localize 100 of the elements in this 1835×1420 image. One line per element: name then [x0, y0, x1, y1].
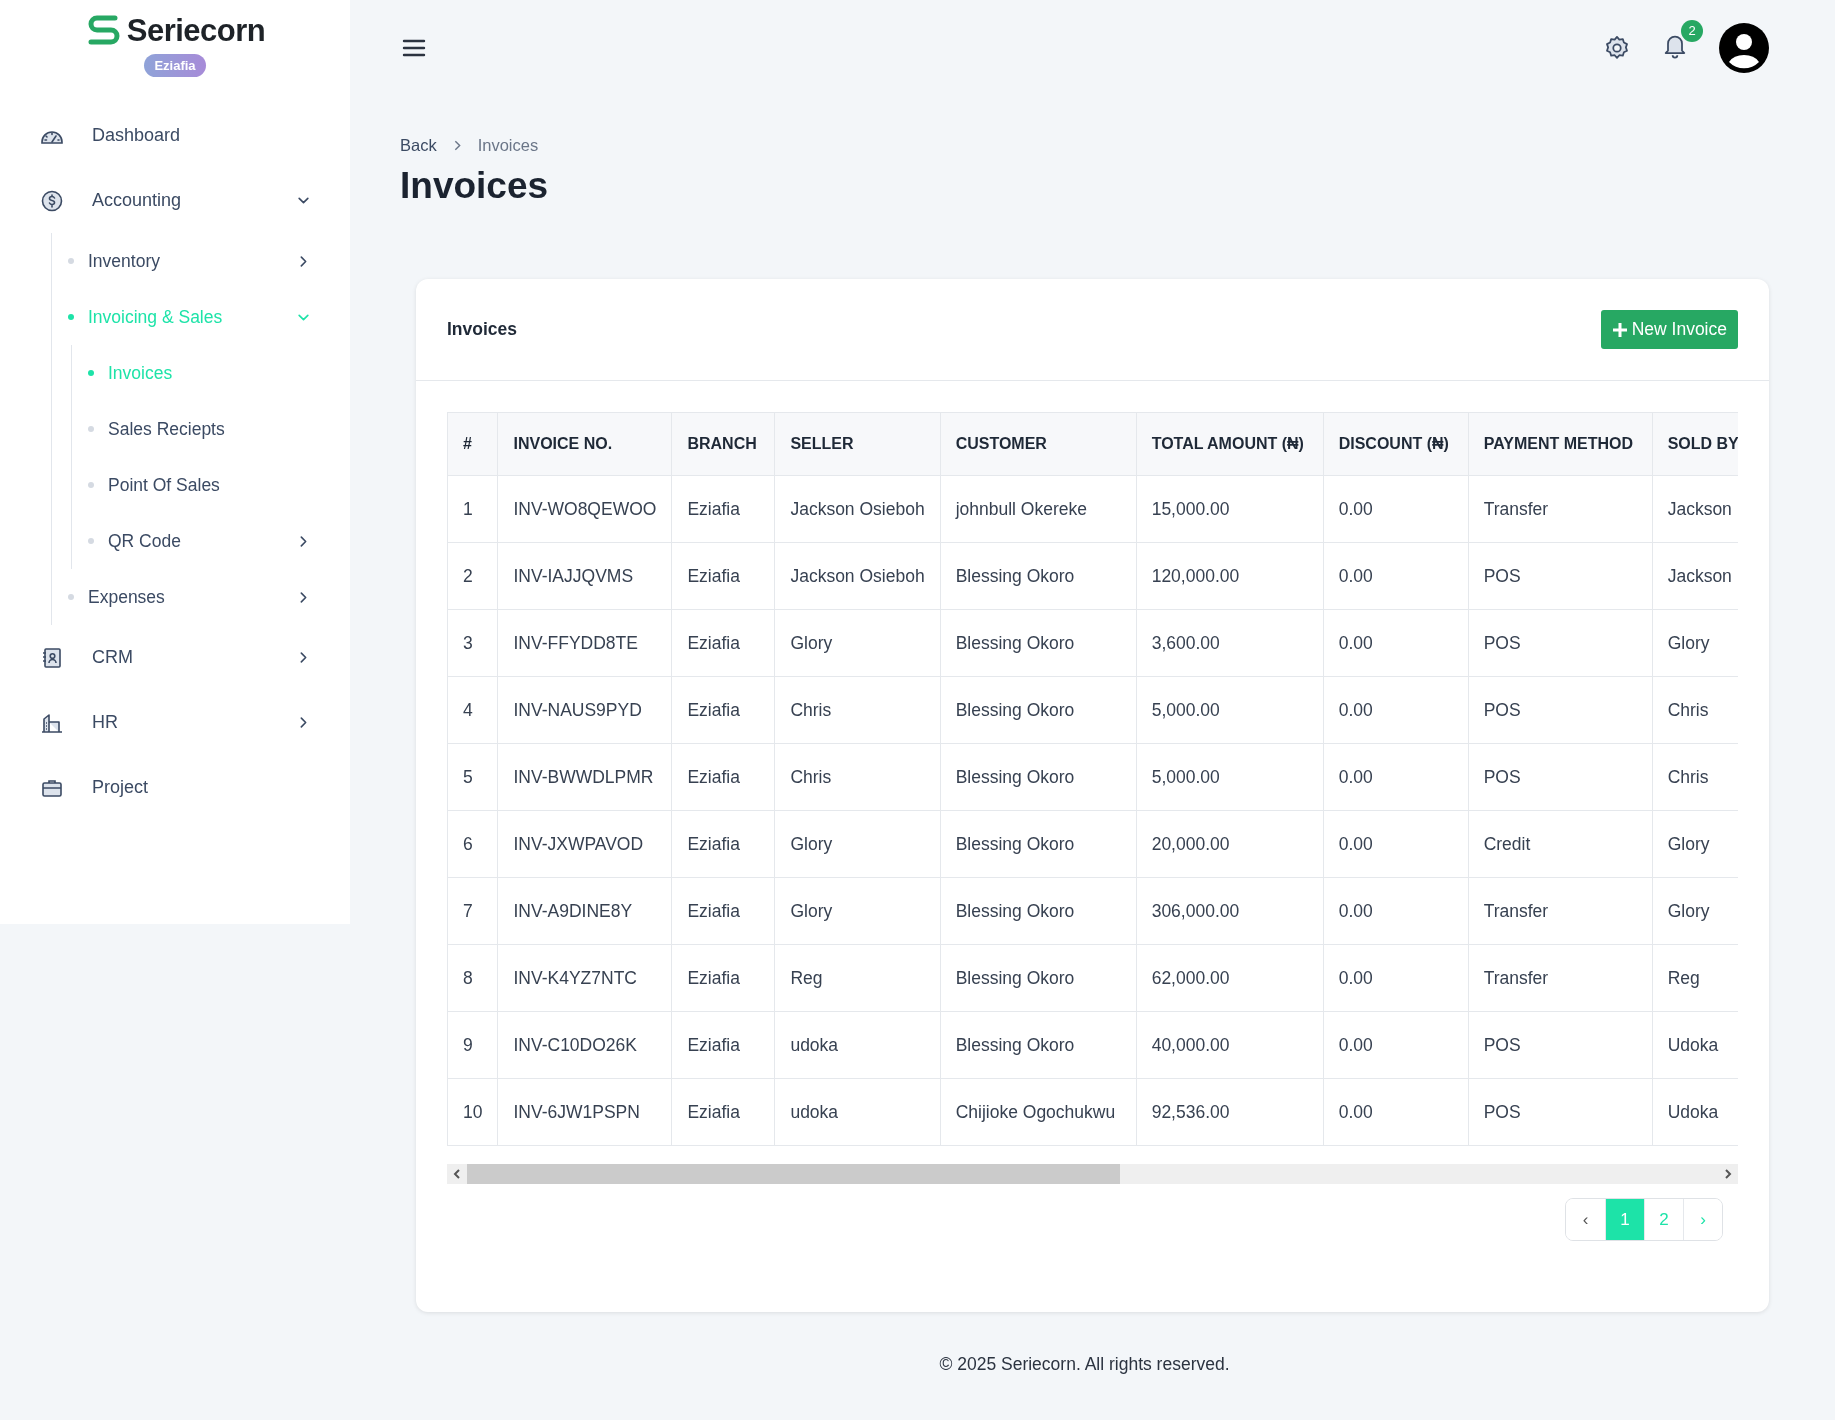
- avatar-icon[interactable]: [1719, 22, 1769, 73]
- table-cell: Credit: [1468, 810, 1653, 878]
- table-cell: 0.00: [1323, 676, 1469, 744]
- column-header: PAYMENT METHOD: [1468, 412, 1653, 476]
- table-cell: INV-6JW1PSPN: [497, 1078, 672, 1146]
- table-cell: POS: [1468, 609, 1653, 677]
- table-cell: 7: [447, 877, 498, 945]
- table-cell: 0.00: [1323, 1078, 1469, 1146]
- table-cell: 92,536.00: [1136, 1078, 1324, 1146]
- breadcrumb-current: Invoices: [477, 136, 539, 155]
- table-cell: Eziafia: [671, 475, 775, 543]
- table-cell: 8: [447, 944, 498, 1012]
- column-header: BRANCH: [671, 412, 775, 476]
- sidebar-subitem[interactable]: QR Code: [72, 513, 350, 569]
- card-title: Invoices: [447, 319, 518, 340]
- table-cell: 0.00: [1323, 743, 1469, 811]
- table-cell: Eziafia: [671, 542, 775, 610]
- table-cell: POS: [1468, 743, 1653, 811]
- table-cell: POS: [1468, 1078, 1653, 1146]
- table-cell: 9: [447, 1011, 498, 1079]
- table-cell: 10: [447, 1078, 498, 1146]
- table-cell: 6: [447, 810, 498, 878]
- sidebar-item[interactable]: Accounting: [0, 168, 350, 233]
- table-cell: Eziafia: [671, 743, 775, 811]
- table-cell: Glory: [774, 877, 941, 945]
- sidebar-item[interactable]: Dashboard: [0, 103, 350, 168]
- table-cell: Reg: [774, 944, 941, 1012]
- table-cell: 0.00: [1323, 542, 1469, 610]
- sidebar-item[interactable]: HR: [0, 690, 350, 755]
- sidebar-subitem[interactable]: Sales Reciepts: [72, 401, 350, 457]
- page-title: Invoices: [400, 165, 550, 207]
- table-cell: 306,000.00: [1136, 877, 1324, 945]
- sidebar-subitem[interactable]: Inventory: [52, 233, 350, 289]
- table-cell: Chris: [774, 743, 941, 811]
- table-cell: 5,000.00: [1136, 743, 1324, 811]
- table-cell: INV-BWWDLPMR: [497, 743, 672, 811]
- table-cell: Glory: [774, 609, 941, 677]
- contact-book-icon: [40, 645, 64, 670]
- sidebar-subitem[interactable]: Expenses: [52, 569, 350, 625]
- column-header: TOTAL AMOUNT (₦): [1136, 412, 1324, 476]
- sidebar-item[interactable]: Project: [0, 755, 350, 820]
- table-cell: Blessing Okoro: [940, 609, 1137, 677]
- branch-badge: Eziafia: [144, 54, 206, 77]
- table-cell: Blessing Okoro: [940, 944, 1137, 1012]
- table-cell: Glory: [774, 810, 941, 878]
- column-header: INVOICE NO.: [497, 412, 672, 476]
- column-header: DISCOUNT (₦): [1323, 412, 1469, 476]
- column-header: CUSTOMER: [940, 412, 1137, 476]
- table-cell: POS: [1468, 542, 1653, 610]
- table-cell: Chijioke Ogochukwu: [940, 1078, 1137, 1146]
- table-cell: Blessing Okoro: [940, 877, 1137, 945]
- table-cell: 20,000.00: [1136, 810, 1324, 878]
- table-cell: Transfer: [1468, 877, 1653, 945]
- column-header: SOLD BY: [1652, 412, 1738, 476]
- table-cell: INV-FFYDD8TE: [497, 609, 672, 677]
- table-cell: 4: [447, 676, 498, 744]
- table-cell: 0.00: [1323, 609, 1469, 677]
- table-cell: INV-IAJJQVMS: [497, 542, 672, 610]
- table-cell: Jackson Osieboh: [774, 542, 941, 610]
- table-cell: 0.00: [1323, 810, 1469, 878]
- table-cell: INV-WO8QEWOO: [497, 475, 672, 543]
- table-cell: 15,000.00: [1136, 475, 1324, 543]
- back-link[interactable]: Back: [400, 136, 437, 155]
- table-cell: Eziafia: [671, 609, 775, 677]
- table-cell: Eziafia: [671, 1011, 775, 1079]
- table-cell: Eziafia: [671, 944, 775, 1012]
- table-cell: Eziafia: [671, 877, 775, 945]
- horizontal-scrollbar[interactable]: [447, 1164, 1738, 1184]
- table-cell: Eziafia: [671, 810, 775, 878]
- sidebar-subitem[interactable]: Point Of Sales: [72, 457, 350, 513]
- table-cell: INV-K4YZ7NTC: [497, 944, 672, 1012]
- table-cell: Transfer: [1468, 475, 1653, 543]
- notification-count: 2: [1681, 19, 1703, 42]
- table-cell: 5: [447, 743, 498, 811]
- table-cell: 0.00: [1323, 944, 1469, 1012]
- table-cell: INV-C10DO26K: [497, 1011, 672, 1079]
- table-cell: Chris: [774, 676, 941, 744]
- brand-name: Seriecorn: [126, 13, 266, 49]
- table-cell: johnbull Okereke: [940, 475, 1137, 543]
- table-cell: Jackson Osieboh: [774, 475, 941, 543]
- table-cell: udoka: [774, 1078, 941, 1146]
- table-cell: Blessing Okoro: [940, 810, 1137, 878]
- column-header: #: [447, 412, 498, 476]
- table-cell: 5,000.00: [1136, 676, 1324, 744]
- table-cell: POS: [1468, 1011, 1653, 1079]
- dollar-icon: [40, 188, 64, 213]
- table-cell: POS: [1468, 676, 1653, 744]
- sidebar-item[interactable]: CRM: [0, 625, 350, 690]
- column-header: SELLER: [774, 412, 941, 476]
- table-cell: 0.00: [1323, 1011, 1469, 1079]
- table-cell: INV-NAUS9PYD: [497, 676, 672, 744]
- table-cell: 0.00: [1323, 877, 1469, 945]
- settings-icon[interactable]: [1603, 33, 1631, 62]
- table-cell: Blessing Okoro: [940, 542, 1137, 610]
- table-cell: 120,000.00: [1136, 542, 1324, 610]
- table-cell: Blessing Okoro: [940, 676, 1137, 744]
- table-cell: Blessing Okoro: [940, 743, 1137, 811]
- table-cell: 3: [447, 609, 498, 677]
- table-cell: 3,600.00: [1136, 609, 1324, 677]
- table-cell: Transfer: [1468, 944, 1653, 1012]
